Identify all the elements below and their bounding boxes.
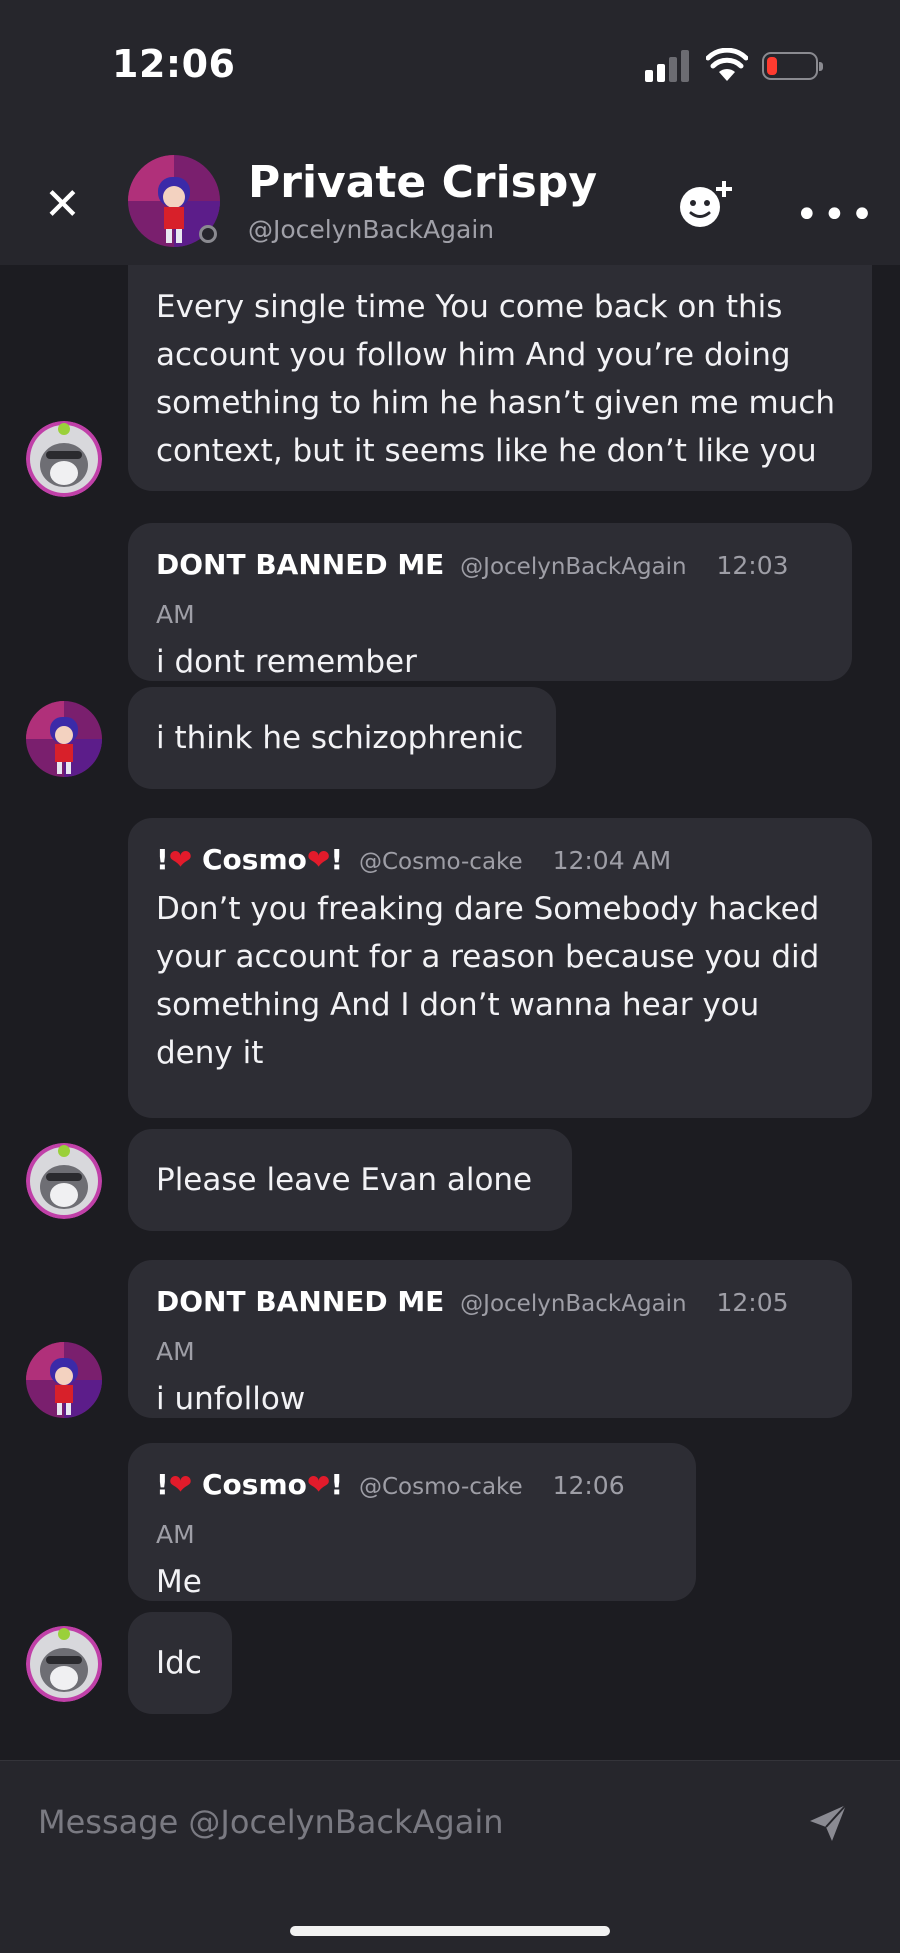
chat-header: ✕ Private Crispy @JocelynBackAgain ••• [0, 125, 900, 265]
close-icon[interactable]: ✕ [44, 183, 81, 227]
avatar[interactable] [26, 1342, 102, 1418]
message-item: !❤ Cosmo❤! @Cosmo-cake 12:04 AM Don’t yo… [0, 818, 900, 1118]
author-handle: @Cosmo-cake [358, 849, 523, 875]
message-item: !❤ Cosmo❤! @Cosmo-cake 12:06 AM Me [0, 1443, 900, 1601]
status-bar: 12:06 [0, 0, 900, 125]
heart-icon: ❤ [306, 1468, 331, 1501]
message-text: Please leave Evan alone [156, 1162, 533, 1198]
author-handle: @Cosmo-cake [358, 1474, 523, 1500]
message-item: i think he schizophrenic [0, 687, 900, 789]
message-bubble[interactable]: DONT BANNED ME @JocelynBackAgain 12:03 A… [128, 523, 852, 681]
page-title[interactable]: Private Crispy [248, 157, 597, 208]
message-text: Every single time You come back on this … [156, 289, 836, 469]
message-text: Idc [156, 1645, 202, 1681]
message-list[interactable]: Every single time You come back on this … [0, 265, 900, 1760]
heart-icon: ❤ [168, 1468, 193, 1501]
avatar[interactable] [26, 701, 102, 777]
message-meta: DONT BANNED ME @JocelynBackAgain 12:05 A… [156, 1278, 824, 1375]
message-text: i dont remember [156, 644, 417, 680]
message-item: DONT BANNED ME @JocelynBackAgain 12:05 A… [0, 1260, 900, 1418]
message-bubble[interactable]: Every single time You come back on this … [128, 265, 872, 491]
author-handle: @JocelynBackAgain [460, 1291, 687, 1317]
message-bubble[interactable]: !❤ Cosmo❤! @Cosmo-cake 12:04 AM Don’t yo… [128, 818, 872, 1118]
timestamp: 12:04 AM [552, 846, 672, 875]
message-text: Me [156, 1564, 202, 1600]
message-bubble[interactable]: i think he schizophrenic [128, 687, 556, 789]
heart-icon: ❤ [306, 843, 331, 876]
add-friend-icon[interactable] [678, 177, 738, 229]
message-bubble[interactable]: DONT BANNED ME @JocelynBackAgain 12:05 A… [128, 1260, 852, 1418]
message-bubble[interactable]: Idc [128, 1612, 232, 1714]
avatar[interactable] [26, 1626, 102, 1702]
wifi-icon [706, 48, 748, 81]
author-handle: @JocelynBackAgain [460, 554, 687, 580]
message-item: DONT BANNED ME @JocelynBackAgain 12:03 A… [0, 523, 900, 681]
author-name[interactable]: !❤ Cosmo❤! [156, 843, 343, 876]
message-item: Idc [0, 1612, 900, 1714]
heart-icon: ❤ [168, 843, 193, 876]
battery-icon [762, 52, 823, 80]
author-name[interactable]: DONT BANNED ME [156, 1285, 444, 1318]
avatar[interactable] [26, 421, 102, 497]
message-bubble[interactable]: Please leave Evan alone [128, 1129, 572, 1231]
message-item: Please leave Evan alone [0, 1129, 900, 1231]
home-indicator [290, 1926, 610, 1936]
online-status-indicator [199, 225, 217, 243]
send-icon[interactable] [806, 1801, 850, 1845]
message-bubble[interactable]: !❤ Cosmo❤! @Cosmo-cake 12:06 AM Me [128, 1443, 696, 1601]
message-meta: DONT BANNED ME @JocelynBackAgain 12:03 A… [156, 541, 824, 638]
author-name[interactable]: !❤ Cosmo❤! [156, 1468, 343, 1501]
message-meta: !❤ Cosmo❤! @Cosmo-cake 12:06 AM [156, 1461, 668, 1558]
message-composer [0, 1760, 900, 1953]
message-text: i unfollow [156, 1381, 306, 1417]
author-name[interactable]: DONT BANNED ME [156, 548, 444, 581]
header-handle: @JocelynBackAgain [248, 215, 495, 244]
message-input[interactable] [36, 1791, 780, 1853]
cellular-signal-icon [645, 50, 691, 82]
avatar[interactable] [26, 1143, 102, 1219]
more-icon[interactable]: ••• [795, 195, 878, 235]
message-item: Every single time You come back on this … [0, 265, 900, 497]
message-meta: !❤ Cosmo❤! @Cosmo-cake 12:04 AM [156, 836, 844, 885]
message-text: Don’t you freaking dare Somebody hacked … [156, 891, 820, 1071]
message-text: i think he schizophrenic [156, 720, 524, 756]
status-time: 12:06 [112, 42, 236, 86]
